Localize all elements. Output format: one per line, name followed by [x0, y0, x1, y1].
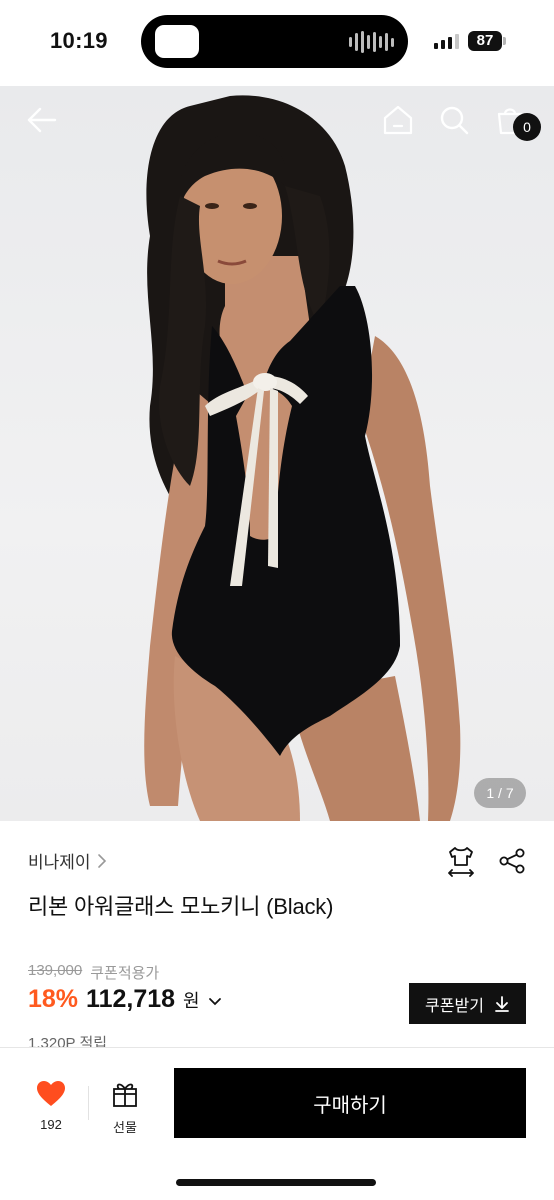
share-icon[interactable]: [498, 847, 526, 875]
chevron-right-icon: [97, 853, 106, 868]
dynamic-island: [141, 15, 408, 68]
product-actions: [446, 845, 526, 877]
back-arrow-icon: [27, 107, 57, 133]
back-button[interactable]: [22, 100, 62, 140]
home-icon: [383, 105, 413, 135]
home-indicator[interactable]: [176, 1179, 376, 1186]
coupon-price-label: 쿠폰적용가: [90, 965, 160, 982]
like-button[interactable]: 192: [26, 1080, 76, 1132]
brand-link[interactable]: 비나제이: [28, 848, 107, 873]
chevron-down-icon: [208, 998, 221, 1006]
product-image[interactable]: [0, 86, 554, 821]
audio-waveform-icon: [349, 31, 394, 53]
original-price: 139,000: [28, 962, 83, 979]
discount-rate: 18%: [28, 985, 79, 1013]
reward-points: 1,320P 적립: [28, 1035, 108, 1048]
model-photo-illustration: [144, 95, 461, 821]
divider: [88, 1086, 89, 1120]
cellular-signal-icon: [434, 33, 459, 49]
product-title: 리본 아워글래스 모노키니 (Black): [28, 894, 334, 919]
original-price-row: 139,000 쿠폰적용가: [28, 962, 159, 983]
like-count: 192: [40, 1117, 62, 1132]
status-time: 10:19: [50, 28, 108, 53]
currency-unit: 원: [183, 991, 200, 1011]
gift-icon: [113, 1083, 137, 1107]
image-page-indicator: 1 / 7: [474, 778, 526, 808]
buy-button[interactable]: 구매하기: [174, 1068, 526, 1138]
sale-price: 112,718: [86, 985, 176, 1013]
search-button[interactable]: [434, 100, 474, 140]
gift-label: 선물: [113, 1120, 137, 1135]
cart-count-badge[interactable]: 0: [513, 113, 541, 141]
size-guide-icon[interactable]: [446, 845, 476, 877]
battery-cap: [503, 37, 506, 45]
heart-icon: [37, 1081, 65, 1106]
search-icon: [440, 106, 469, 135]
bottom-action-bar: 192 선물 구매하기: [0, 1048, 554, 1200]
coupon-button-label: 쿠폰받기: [425, 997, 484, 1015]
status-bar: 10:19 87: [0, 0, 554, 86]
home-button[interactable]: [378, 100, 418, 140]
brand-name: 비나제이: [28, 853, 91, 872]
download-icon: [495, 995, 509, 1012]
coupon-download-button[interactable]: 쿠폰받기: [409, 983, 526, 1024]
price-row[interactable]: 18% 112,718 원: [28, 985, 222, 1014]
gift-button[interactable]: 선물: [102, 1080, 148, 1136]
battery-icon: 87: [468, 31, 502, 51]
now-playing-app-icon: [155, 25, 199, 58]
top-nav: [0, 86, 554, 156]
